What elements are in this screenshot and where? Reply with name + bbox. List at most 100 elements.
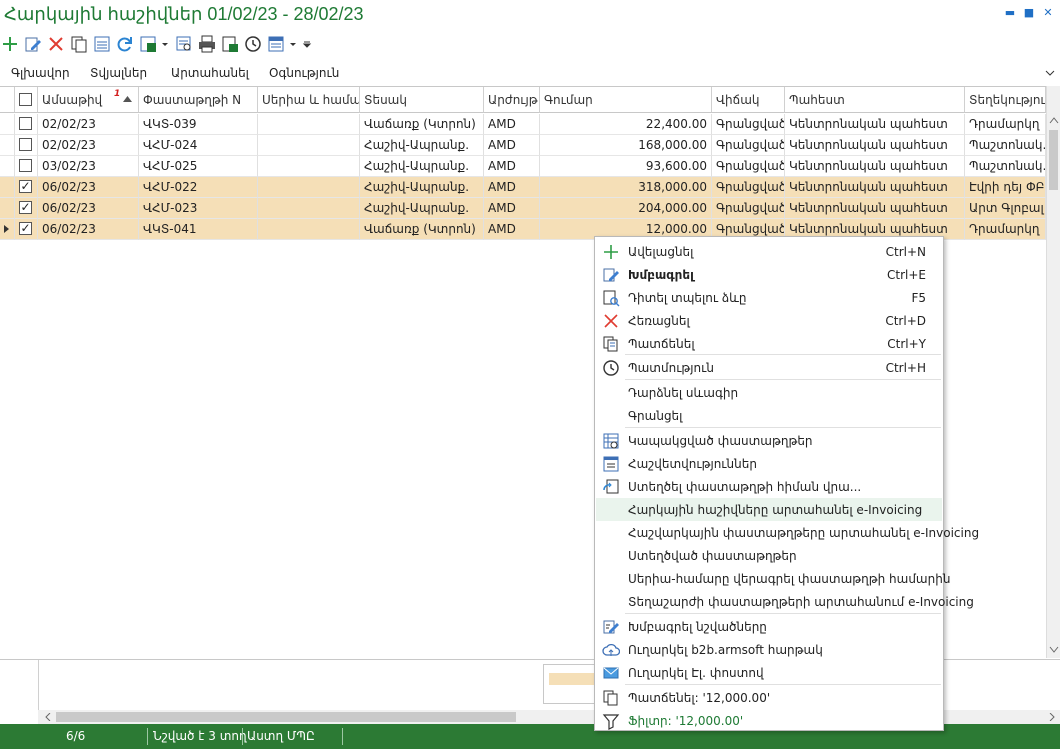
cell-currency[interactable]: AMD (484, 219, 540, 240)
scroll-thumb[interactable] (56, 712, 516, 722)
row-checkbox[interactable]: ✓ (19, 201, 32, 214)
chevron-down-icon[interactable] (1044, 67, 1056, 79)
context-menu-item-create-based-on[interactable]: Ստեղծել փաստաթղթի հիման վրա... (596, 475, 942, 498)
cell-amount[interactable]: 22,400.00 (540, 114, 712, 135)
cell-type[interactable]: Վաճառք (Կտրոն) (360, 114, 484, 135)
row-indicator[interactable] (0, 114, 15, 135)
cell-date[interactable]: 02/02/23 (38, 114, 139, 135)
cell-amount[interactable]: 93,600.00 (540, 156, 712, 177)
cell-info[interactable]: Դրամարկղ (965, 219, 1046, 240)
row-indicator[interactable] (0, 177, 15, 198)
menu-data[interactable]: Տվյալներ (90, 66, 147, 80)
excel-icon[interactable] (220, 34, 240, 54)
chevron-down-icon[interactable] (160, 34, 170, 54)
cell-date[interactable]: 03/02/23 (38, 156, 139, 177)
cell-type[interactable]: Հաշիվ-Ապրանք. (360, 135, 484, 156)
cell-warehouse[interactable]: Կենտրոնական պահեստ (785, 177, 965, 198)
context-menu-item-print-preview[interactable]: Դիտել տպելու ձևը F5 (596, 286, 942, 309)
cell-docno[interactable]: ՎՀՄ-022 (139, 177, 258, 198)
menu-home[interactable]: Գլխավոր (11, 66, 70, 80)
row-indicator[interactable] (0, 198, 15, 219)
scroll-thumb[interactable] (1049, 130, 1058, 190)
row-select-cell[interactable] (15, 114, 38, 135)
cell-currency[interactable]: AMD (484, 177, 540, 198)
context-menu-item-reports[interactable]: Հաշվետվություններ (596, 452, 942, 475)
toolbar-overflow-icon[interactable] (302, 34, 312, 54)
cell-amount[interactable]: 204,000.00 (540, 198, 712, 219)
context-menu-item-copy-value[interactable]: Պատճենել: '12,000.00' (596, 686, 942, 709)
context-menu-item-edit[interactable]: Խմբագրել Ctrl+E (596, 263, 942, 286)
menu-export[interactable]: Արտահանել (171, 66, 249, 80)
row-checkbox[interactable]: ✓ (19, 222, 32, 235)
cell-warehouse[interactable]: Կենտրոնական պահեստ (785, 135, 965, 156)
column-header-date[interactable]: Ամսաթիվ 1 (38, 87, 139, 113)
column-header-docno[interactable]: Փաստաթղթի N (139, 87, 258, 113)
cell-currency[interactable]: AMD (484, 135, 540, 156)
menu-help[interactable]: Օգնություն (269, 66, 339, 80)
context-menu-item-send-b2b[interactable]: Ուղարկել b2b.armsoft հարթակ (596, 638, 942, 661)
cell-amount[interactable]: 168,000.00 (540, 135, 712, 156)
column-header-state[interactable]: Վիճակ (712, 87, 785, 113)
row-checkbox[interactable]: ✓ (19, 180, 32, 193)
cell-date[interactable]: 06/02/23 (38, 177, 139, 198)
context-menu-item-delete[interactable]: Հեռացնել Ctrl+D (596, 309, 942, 332)
cell-amount[interactable]: 318,000.00 (540, 177, 712, 198)
cell-series[interactable] (258, 135, 360, 156)
context-menu-item-filter-value[interactable]: Ֆիլտր: '12,000.00' (596, 709, 942, 732)
cell-state[interactable]: Գրանցված (712, 177, 785, 198)
cell-type[interactable]: Հաշիվ-Ապրանք. (360, 156, 484, 177)
cell-docno[interactable]: ՎՀՄ-025 (139, 156, 258, 177)
context-menu-item-assign-series-number[interactable]: Սերիա-համարը վերագրել փաստաթղթի համարին (596, 567, 950, 590)
cell-type[interactable]: Վաճառք (Կտրոն) (360, 219, 484, 240)
cell-date[interactable]: 02/02/23 (38, 135, 139, 156)
minimize-button[interactable]: ▬ (1003, 6, 1017, 20)
cell-warehouse[interactable]: Կենտրոնական պահեստ (785, 156, 965, 177)
row-checkbox[interactable] (19, 159, 32, 172)
row-indicator[interactable] (0, 156, 15, 177)
edit-icon[interactable] (23, 34, 43, 54)
row-select-cell[interactable]: ✓ (15, 219, 38, 240)
cell-series[interactable] (258, 114, 360, 135)
grid-vertical-scrollbar[interactable] (1046, 86, 1060, 658)
document-list-icon[interactable] (92, 34, 112, 54)
column-header-info[interactable]: Տեղեկություն (965, 87, 1046, 113)
row-checkbox[interactable] (19, 117, 32, 130)
row-select-cell[interactable] (15, 135, 38, 156)
column-header-type[interactable]: Տեսակ (360, 87, 484, 113)
cell-warehouse[interactable]: Կենտրոնական պահեստ (785, 114, 965, 135)
context-menu-item-export-transfer-docs-einvoicing[interactable]: Տեղաշարժի փաստաթղթերի արտահանում e-Invoi… (596, 590, 974, 613)
column-header-currency[interactable]: Արժույթ (484, 87, 540, 113)
context-menu-item-send-email[interactable]: Ուղարկել Էլ. փոստով (596, 661, 942, 684)
row-select-cell[interactable]: ✓ (15, 177, 38, 198)
cell-state[interactable]: Գրանցված (712, 156, 785, 177)
scroll-right-icon[interactable] (1048, 713, 1056, 721)
columns-icon[interactable] (266, 34, 286, 54)
row-indicator[interactable] (0, 219, 15, 240)
cell-info[interactable]: Պաշտոնակ... (965, 156, 1046, 177)
cell-docno[interactable]: ՎԿՏ-041 (139, 219, 258, 240)
row-checkbox[interactable] (19, 138, 32, 151)
context-menu-item-copy[interactable]: Պատճենել Ctrl+Y (596, 332, 942, 355)
context-menu-item-register[interactable]: Գրանցել (596, 404, 942, 427)
scroll-up-icon[interactable] (1049, 116, 1059, 124)
column-header-series[interactable]: Սերիա և համար (258, 87, 360, 113)
cell-series[interactable] (258, 156, 360, 177)
cell-state[interactable]: Գրանցված (712, 198, 785, 219)
context-menu-item-export-settlement-docs-einvoicing[interactable]: Հաշվարկային փաստաթղթերը արտահանել e-Invo… (596, 521, 979, 544)
cell-series[interactable] (258, 177, 360, 198)
row-select-cell[interactable] (15, 156, 38, 177)
context-menu-item-export-tax-invoices-einvoicing[interactable]: Հարկային հաշիվները արտահանել e-Invoicing (596, 498, 942, 521)
row-select-cell[interactable]: ✓ (15, 198, 38, 219)
chevron-down-icon[interactable] (288, 34, 298, 54)
copy-icon[interactable] (69, 34, 89, 54)
cell-series[interactable] (258, 198, 360, 219)
context-menu-item-history[interactable]: Պատմություն Ctrl+H (596, 356, 942, 379)
context-menu-item-make-draft[interactable]: Դարձնել սևագիր (596, 381, 942, 404)
row-indicator[interactable] (0, 135, 15, 156)
cell-currency[interactable]: AMD (484, 198, 540, 219)
cell-warehouse[interactable]: Կենտրոնական պահեստ (785, 198, 965, 219)
delete-icon[interactable] (46, 34, 66, 54)
column-header-amount[interactable]: Գումար (540, 87, 712, 113)
print-icon[interactable] (197, 34, 217, 54)
history-icon[interactable] (243, 34, 263, 54)
